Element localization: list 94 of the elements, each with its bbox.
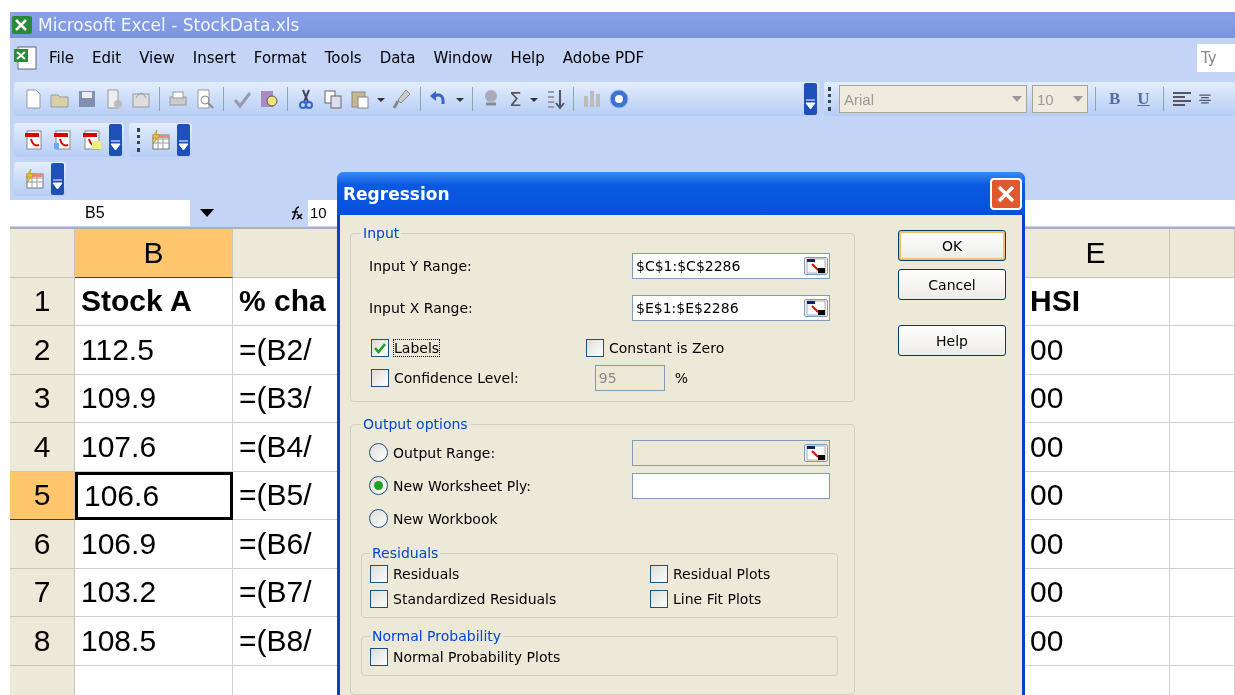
radio-button[interactable] [369, 509, 388, 528]
menu-item[interactable]: View [130, 49, 184, 67]
bold-button[interactable]: B [1103, 89, 1127, 109]
window-title: Microsoft Excel - StockData.xls [38, 15, 300, 35]
checkbox-label[interactable]: Line Fit Plots [673, 590, 762, 607]
research-icon[interactable] [258, 88, 280, 110]
radio-label[interactable]: Output Range: [393, 444, 496, 461]
row-header[interactable]: 3 [10, 374, 75, 423]
checkbox[interactable] [371, 339, 389, 357]
dialog-button[interactable]: Cancel [898, 269, 1006, 300]
table-cell: 108.5 [75, 617, 233, 666]
dialog-button[interactable]: OK [898, 230, 1006, 261]
checkbox[interactable] [586, 339, 604, 357]
paste-icon[interactable] [349, 88, 371, 110]
range-select-icon[interactable] [804, 443, 828, 462]
name-box[interactable]: B5 [10, 199, 190, 226]
toolbar-options-icon[interactable] [177, 124, 190, 156]
group-label: Input [362, 225, 401, 241]
row-header[interactable]: 8 [10, 617, 75, 666]
table-cell: 106.6 [75, 471, 233, 520]
toolbar-options-icon[interactable] [804, 83, 817, 115]
toolbar-options-icon[interactable] [109, 124, 122, 156]
help-icon[interactable] [607, 88, 630, 110]
range-select-icon[interactable] [804, 299, 828, 317]
checkbox-label[interactable]: Standardized Residuals [393, 590, 557, 607]
range-field[interactable]: $C$1:$C$2286 [632, 253, 830, 279]
checkbox-label[interactable]: Constant is Zero [609, 340, 725, 356]
table-cell: 112.5 [75, 326, 233, 375]
table-cell: 106.9 [75, 520, 233, 569]
checkbox-label[interactable]: Normal Probability Plots [393, 648, 561, 665]
range-field[interactable]: $E$1:$E$2286 [632, 295, 830, 321]
table-cell [1170, 374, 1235, 423]
checkbox[interactable] [370, 647, 388, 666]
checkbox-label[interactable]: Labels [394, 340, 440, 356]
dialog-button[interactable]: Help [898, 325, 1006, 356]
workbook-icon[interactable] [12, 44, 40, 72]
row-header[interactable]: 1 [10, 277, 75, 326]
radio-button[interactable] [369, 476, 388, 495]
radio-button[interactable] [369, 443, 388, 462]
help-search-field[interactable]: Ty [1197, 44, 1235, 72]
row-header[interactable]: 7 [10, 568, 75, 617]
menu-item[interactable]: Help [501, 49, 554, 67]
checkbox[interactable] [370, 564, 388, 583]
table-cell: 107.6 [75, 423, 233, 472]
row-header[interactable]: 6 [10, 520, 75, 569]
menu-item[interactable]: Window [424, 49, 502, 67]
menu-item[interactable]: Insert [183, 49, 245, 67]
range-select-icon[interactable] [804, 257, 828, 275]
checkbox[interactable] [650, 589, 668, 608]
menu-item[interactable]: File [40, 49, 84, 67]
table-cell [1170, 471, 1235, 520]
row-header[interactable]: 2 [10, 326, 75, 375]
dialog-title: Regression [343, 183, 450, 204]
save-icon[interactable] [76, 88, 98, 110]
pdf-attach-icon[interactable] [80, 129, 104, 151]
field-label: Input X Range: [368, 300, 474, 316]
table-cell: 103.2 [75, 568, 233, 617]
table-cell: 109.9 [75, 374, 233, 423]
checkbox[interactable] [370, 589, 388, 608]
table-cell [1170, 326, 1235, 375]
group-label: Residuals [371, 545, 440, 561]
table-cell [1170, 568, 1235, 617]
close-icon [996, 183, 1016, 204]
group-label: Normal Probability [371, 628, 503, 644]
table-cell [1170, 277, 1235, 326]
row-header[interactable]: 4 [10, 423, 75, 472]
table-lightning-icon[interactable] [148, 129, 172, 151]
range-field[interactable] [632, 439, 830, 466]
autosum-button[interactable]: Σ [507, 87, 524, 111]
print-preview-icon[interactable] [194, 88, 216, 110]
menu-item[interactable]: Edit [83, 49, 131, 67]
table-lightning-icon[interactable] [22, 168, 46, 190]
close-button[interactable] [990, 177, 1022, 210]
table-cell: Stock A [75, 277, 233, 326]
table-cell [1170, 423, 1235, 472]
toolbar-options-icon[interactable] [51, 163, 64, 195]
column-header[interactable]: E [1022, 229, 1170, 278]
text-field[interactable] [632, 472, 830, 499]
menu-item[interactable]: Data [370, 49, 425, 67]
row-header[interactable]: 5 [10, 471, 75, 520]
menu-item[interactable]: Tools [315, 49, 371, 67]
menu-item[interactable]: Adobe PDF [553, 49, 654, 67]
spreadsheet-app-icon [12, 16, 32, 34]
format-painter-icon[interactable] [391, 88, 413, 110]
table-cell [1170, 617, 1235, 666]
checkbox[interactable] [650, 564, 668, 583]
menu-item[interactable]: Format [244, 49, 316, 67]
caret-icon[interactable] [200, 208, 214, 217]
copy-icon[interactable] [322, 88, 344, 110]
field-label: Input Y Range: [368, 258, 473, 274]
column-header[interactable]: B [75, 229, 233, 278]
underline-button[interactable]: U [1131, 89, 1156, 109]
radio-label[interactable]: New Worksheet Ply: [393, 477, 532, 494]
table-cell [1170, 520, 1235, 569]
